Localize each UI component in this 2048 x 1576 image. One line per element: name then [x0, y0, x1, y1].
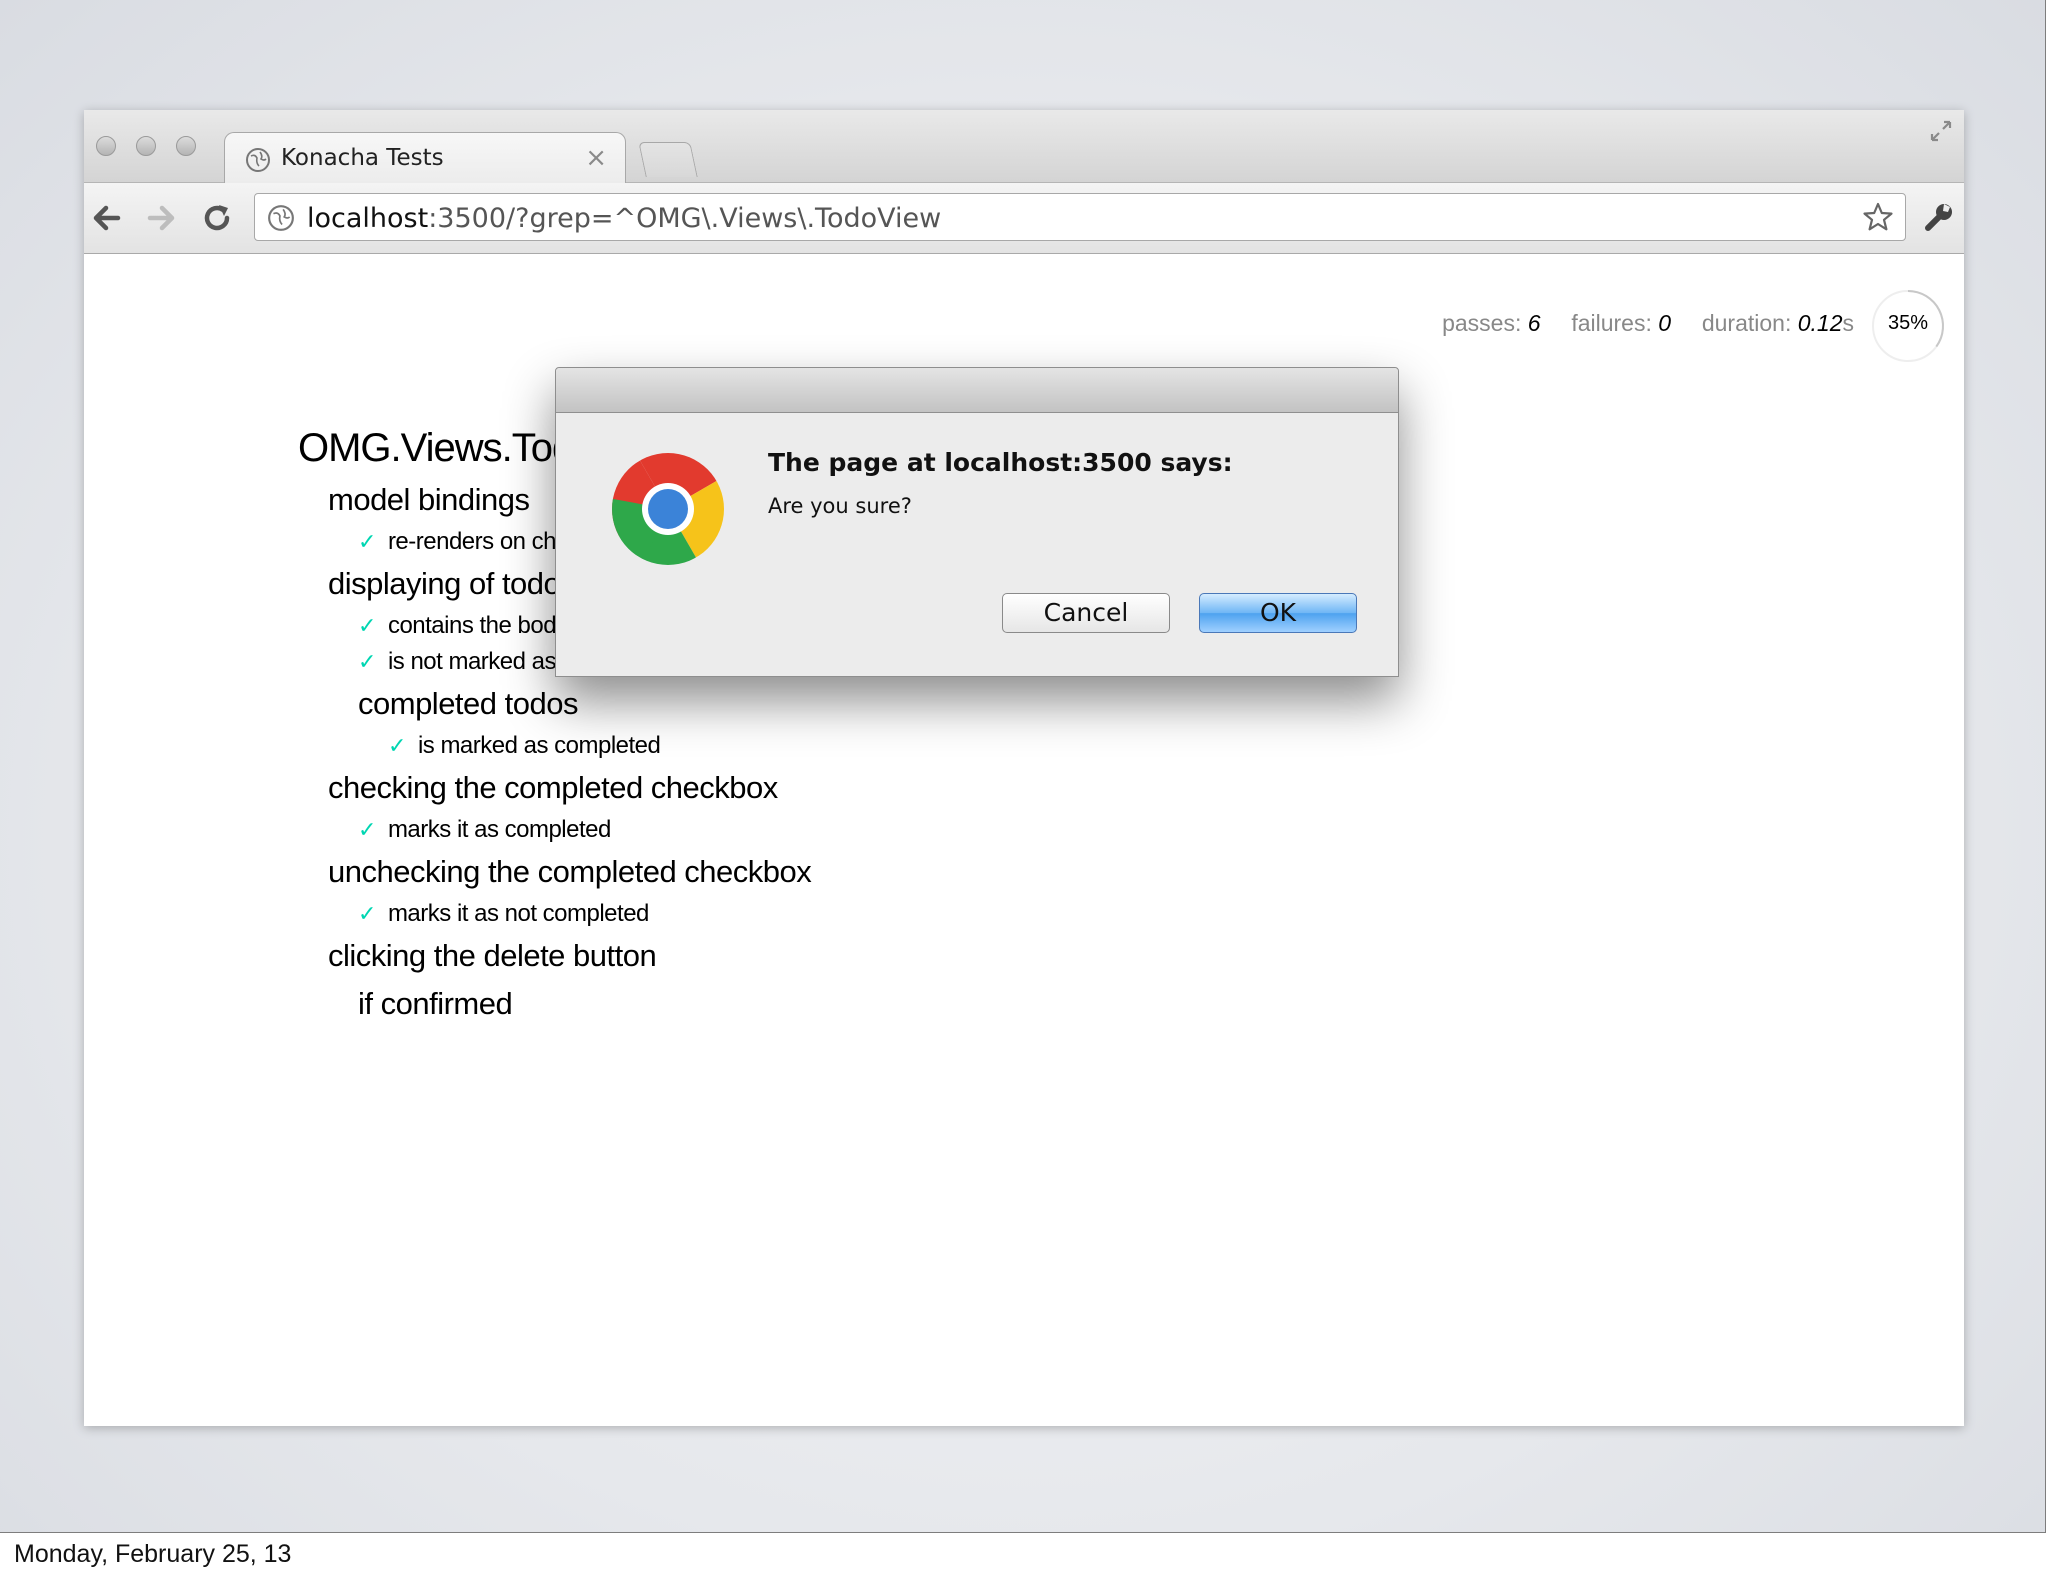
check-icon: ✓ — [358, 817, 376, 842]
zoom-window-button[interactable] — [176, 136, 196, 156]
duration-value: 0.12 — [1797, 310, 1843, 336]
reload-icon[interactable] — [198, 199, 236, 237]
test-label: marks it as completed — [387, 816, 611, 843]
passes-count: 6 — [1527, 310, 1541, 336]
test-label: marks it as not completed — [387, 900, 649, 927]
test-label: is marked as completed — [417, 732, 661, 759]
group-model-bindings[interactable]: model bindings — [328, 482, 530, 518]
group-unchecking-checkbox[interactable]: unchecking the completed checkbox — [328, 854, 812, 890]
slide-background: Konacha Tests × localhost:3500/?grep=^OM… — [0, 0, 2046, 1533]
tab-title: Konacha Tests — [281, 145, 444, 171]
check-icon: ✓ — [358, 529, 376, 554]
progress-label: 35% — [1887, 312, 1929, 334]
group-checking-checkbox[interactable]: checking the completed checkbox — [328, 770, 778, 806]
check-icon: ✓ — [358, 613, 376, 638]
tab-close-icon[interactable]: × — [585, 143, 607, 173]
minimize-window-button[interactable] — [136, 136, 156, 156]
progress-indicator: 35% — [1870, 288, 1946, 364]
forward-arrow-icon[interactable] — [142, 199, 180, 237]
duration-label: duration: — [1701, 310, 1792, 336]
group-if-confirmed[interactable]: if confirmed — [358, 986, 513, 1022]
dialog-heading: The page at localhost:3500 says: — [768, 448, 1233, 477]
globe-icon — [268, 205, 294, 231]
url-text[interactable]: localhost:3500/?grep=^OMG\.Views\.TodoVi… — [307, 203, 941, 234]
browser-toolbar: localhost:3500/?grep=^OMG\.Views\.TodoVi… — [84, 183, 1964, 254]
check-icon: ✓ — [358, 901, 376, 926]
failures-count: 0 — [1658, 310, 1672, 336]
check-icon: ✓ — [388, 733, 406, 758]
slide-date: Monday, February 25, 13 — [14, 1540, 292, 1568]
fullscreen-icon[interactable] — [1928, 118, 1954, 144]
duration-unit: s — [1842, 310, 1855, 336]
test-item[interactable]: ✓ marks it as completed — [358, 816, 611, 844]
passes-label: passes: — [1442, 310, 1522, 336]
dialog-message: Are you sure? — [768, 494, 912, 518]
wrench-icon[interactable] — [1920, 199, 1958, 237]
group-clicking-delete[interactable]: clicking the delete button — [328, 938, 657, 974]
test-stats: passes: 6 failures: 0 duration: 0.12s — [1442, 310, 1854, 337]
new-tab-button[interactable] — [638, 142, 698, 177]
group-displaying-of-todos[interactable]: displaying of todos — [328, 566, 576, 602]
dialog-titlebar — [556, 368, 1398, 413]
tab-strip: Konacha Tests × — [84, 110, 1964, 184]
check-icon: ✓ — [358, 649, 376, 674]
url-host: localhost — [307, 203, 429, 234]
back-arrow-icon[interactable] — [88, 199, 126, 237]
browser-window: Konacha Tests × localhost:3500/?grep=^OM… — [84, 110, 1964, 1426]
tab-konacha-tests[interactable]: Konacha Tests × — [224, 132, 626, 184]
address-bar[interactable]: localhost:3500/?grep=^OMG\.Views\.TodoVi… — [254, 193, 1906, 241]
star-icon[interactable] — [1861, 200, 1895, 234]
failures-label: failures: — [1571, 310, 1652, 336]
ok-button[interactable]: OK — [1199, 593, 1357, 633]
close-window-button[interactable] — [96, 136, 116, 156]
test-item[interactable]: ✓ marks it as not completed — [358, 900, 649, 928]
chrome-logo-icon — [612, 453, 724, 565]
cancel-button[interactable]: Cancel — [1002, 593, 1170, 633]
globe-icon — [246, 148, 270, 172]
test-item[interactable]: ✓ is marked as completed — [388, 732, 661, 760]
group-completed-todos[interactable]: completed todos — [358, 686, 578, 722]
confirm-dialog: The page at localhost:3500 says: Are you… — [555, 367, 1399, 677]
url-path: :3500/?grep=^OMG\.Views\.TodoView — [428, 203, 942, 234]
